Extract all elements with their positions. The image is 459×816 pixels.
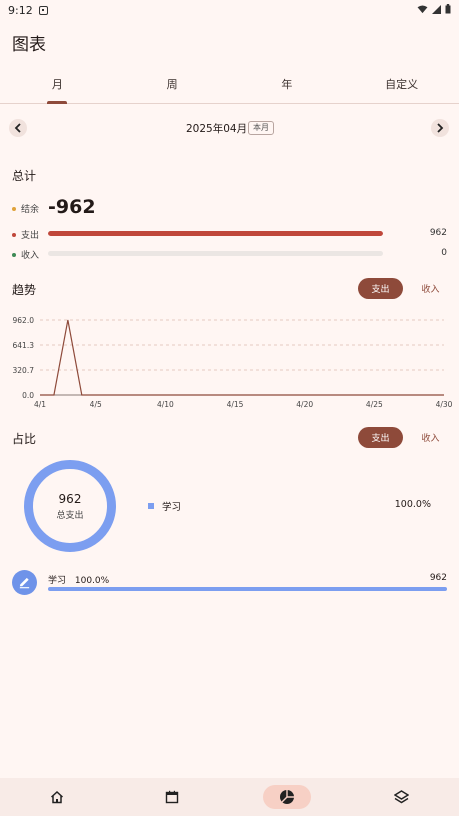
battery-icon [445, 4, 451, 14]
x-tick-label: 4/20 [296, 400, 313, 409]
x-tick-label: 4/10 [157, 400, 174, 409]
donut-total: 962 [58, 491, 82, 506]
tab-week[interactable]: 周 [115, 70, 230, 103]
pencil-icon[interactable] [12, 570, 37, 595]
nav-charts[interactable] [230, 778, 345, 816]
wifi-icon [417, 4, 428, 13]
expense-dot [12, 232, 16, 237]
x-tick-label: 4/5 [90, 400, 102, 409]
status-bar: 9:12 [0, 0, 459, 20]
trend-expense-toggle[interactable]: 支出 [358, 278, 403, 299]
income-label: 收入 [12, 248, 39, 261]
this-month-badge[interactable]: 本月 [248, 121, 274, 135]
y-tick-label: 320.7 [13, 366, 35, 375]
nav-home[interactable] [0, 778, 115, 816]
x-tick-label: 4/15 [227, 400, 244, 409]
x-tick-label: 4/1 [34, 400, 46, 409]
x-tick-label: 4/30 [436, 400, 453, 409]
signal-icon [432, 4, 441, 14]
y-tick-label: 0.0 [22, 391, 34, 400]
chevron-right-icon [437, 123, 444, 133]
calendar-icon [165, 790, 179, 804]
category-row[interactable]: 学习 100.0% [48, 573, 109, 586]
balance-label: 结余 [12, 202, 39, 215]
layers-icon [394, 790, 410, 804]
income-value: 0 [441, 248, 447, 258]
legend-label: 学习 [162, 502, 182, 513]
income-label-text: 收入 [21, 251, 40, 261]
y-tick-label: 641.3 [13, 341, 35, 350]
category-value: 962 [429, 573, 447, 583]
nav-calendar[interactable] [115, 778, 230, 816]
period-tabs: 月 周 年 自定义 [0, 70, 459, 104]
expense-bar-fill [48, 231, 383, 236]
tab-year[interactable]: 年 [230, 70, 345, 103]
nav-layers[interactable] [344, 778, 459, 816]
trend-income-toggle[interactable]: 收入 [408, 278, 453, 299]
category-percent: 100.0% [74, 576, 110, 586]
chevron-left-icon [14, 123, 21, 133]
trend-line-chart: 962.0 641.3 320.7 0.04/1 4/5 4/10 4/15 4/20 4/25… [13, 316, 453, 409]
income-dot [12, 252, 16, 257]
expense-bar [48, 231, 383, 236]
balance-value: -962 [48, 196, 96, 218]
donut-caption: 总支出 [56, 510, 84, 521]
summary-title: 总计 [12, 169, 37, 183]
income-bar [48, 251, 383, 256]
status-time: 9:12 [8, 3, 33, 17]
next-month-button[interactable] [431, 119, 449, 137]
legend-item: 学习 [148, 499, 181, 513]
expense-label: 支出 [12, 228, 39, 241]
proportion-income-toggle[interactable]: 收入 [408, 427, 453, 448]
legend-swatch [148, 503, 154, 509]
current-month-label[interactable]: 2025年04月 [186, 121, 247, 136]
tab-month[interactable]: 月 [0, 70, 115, 104]
home-icon [51, 790, 64, 804]
expense-trend-line [40, 319, 444, 396]
tab-custom[interactable]: 自定义 [344, 70, 459, 103]
expense-donut-chart[interactable]: 962 总支出 [24, 460, 116, 552]
x-tick-label: 4/25 [366, 400, 383, 409]
category-bar [48, 587, 447, 591]
legend-percent: 100.0% [394, 499, 431, 510]
expense-value: 962 [429, 228, 447, 238]
proportion-expense-toggle[interactable]: 支出 [358, 427, 403, 448]
balance-dot [12, 206, 16, 211]
trend-title: 趋势 [12, 283, 37, 297]
previous-month-button[interactable] [9, 119, 27, 137]
proportion-title: 占比 [12, 432, 37, 446]
bottom-navigation [0, 778, 459, 816]
y-tick-label: 962.0 [13, 316, 35, 325]
category-label: 学习 [48, 576, 67, 586]
balance-label-text: 结余 [21, 205, 40, 215]
pie-chart-icon [279, 790, 294, 804]
expense-label-text: 支出 [21, 231, 40, 241]
page-title: 图表 [12, 35, 46, 55]
month-navigator: 2025年04月 本月 [0, 118, 459, 138]
notification-icon [38, 5, 48, 15]
